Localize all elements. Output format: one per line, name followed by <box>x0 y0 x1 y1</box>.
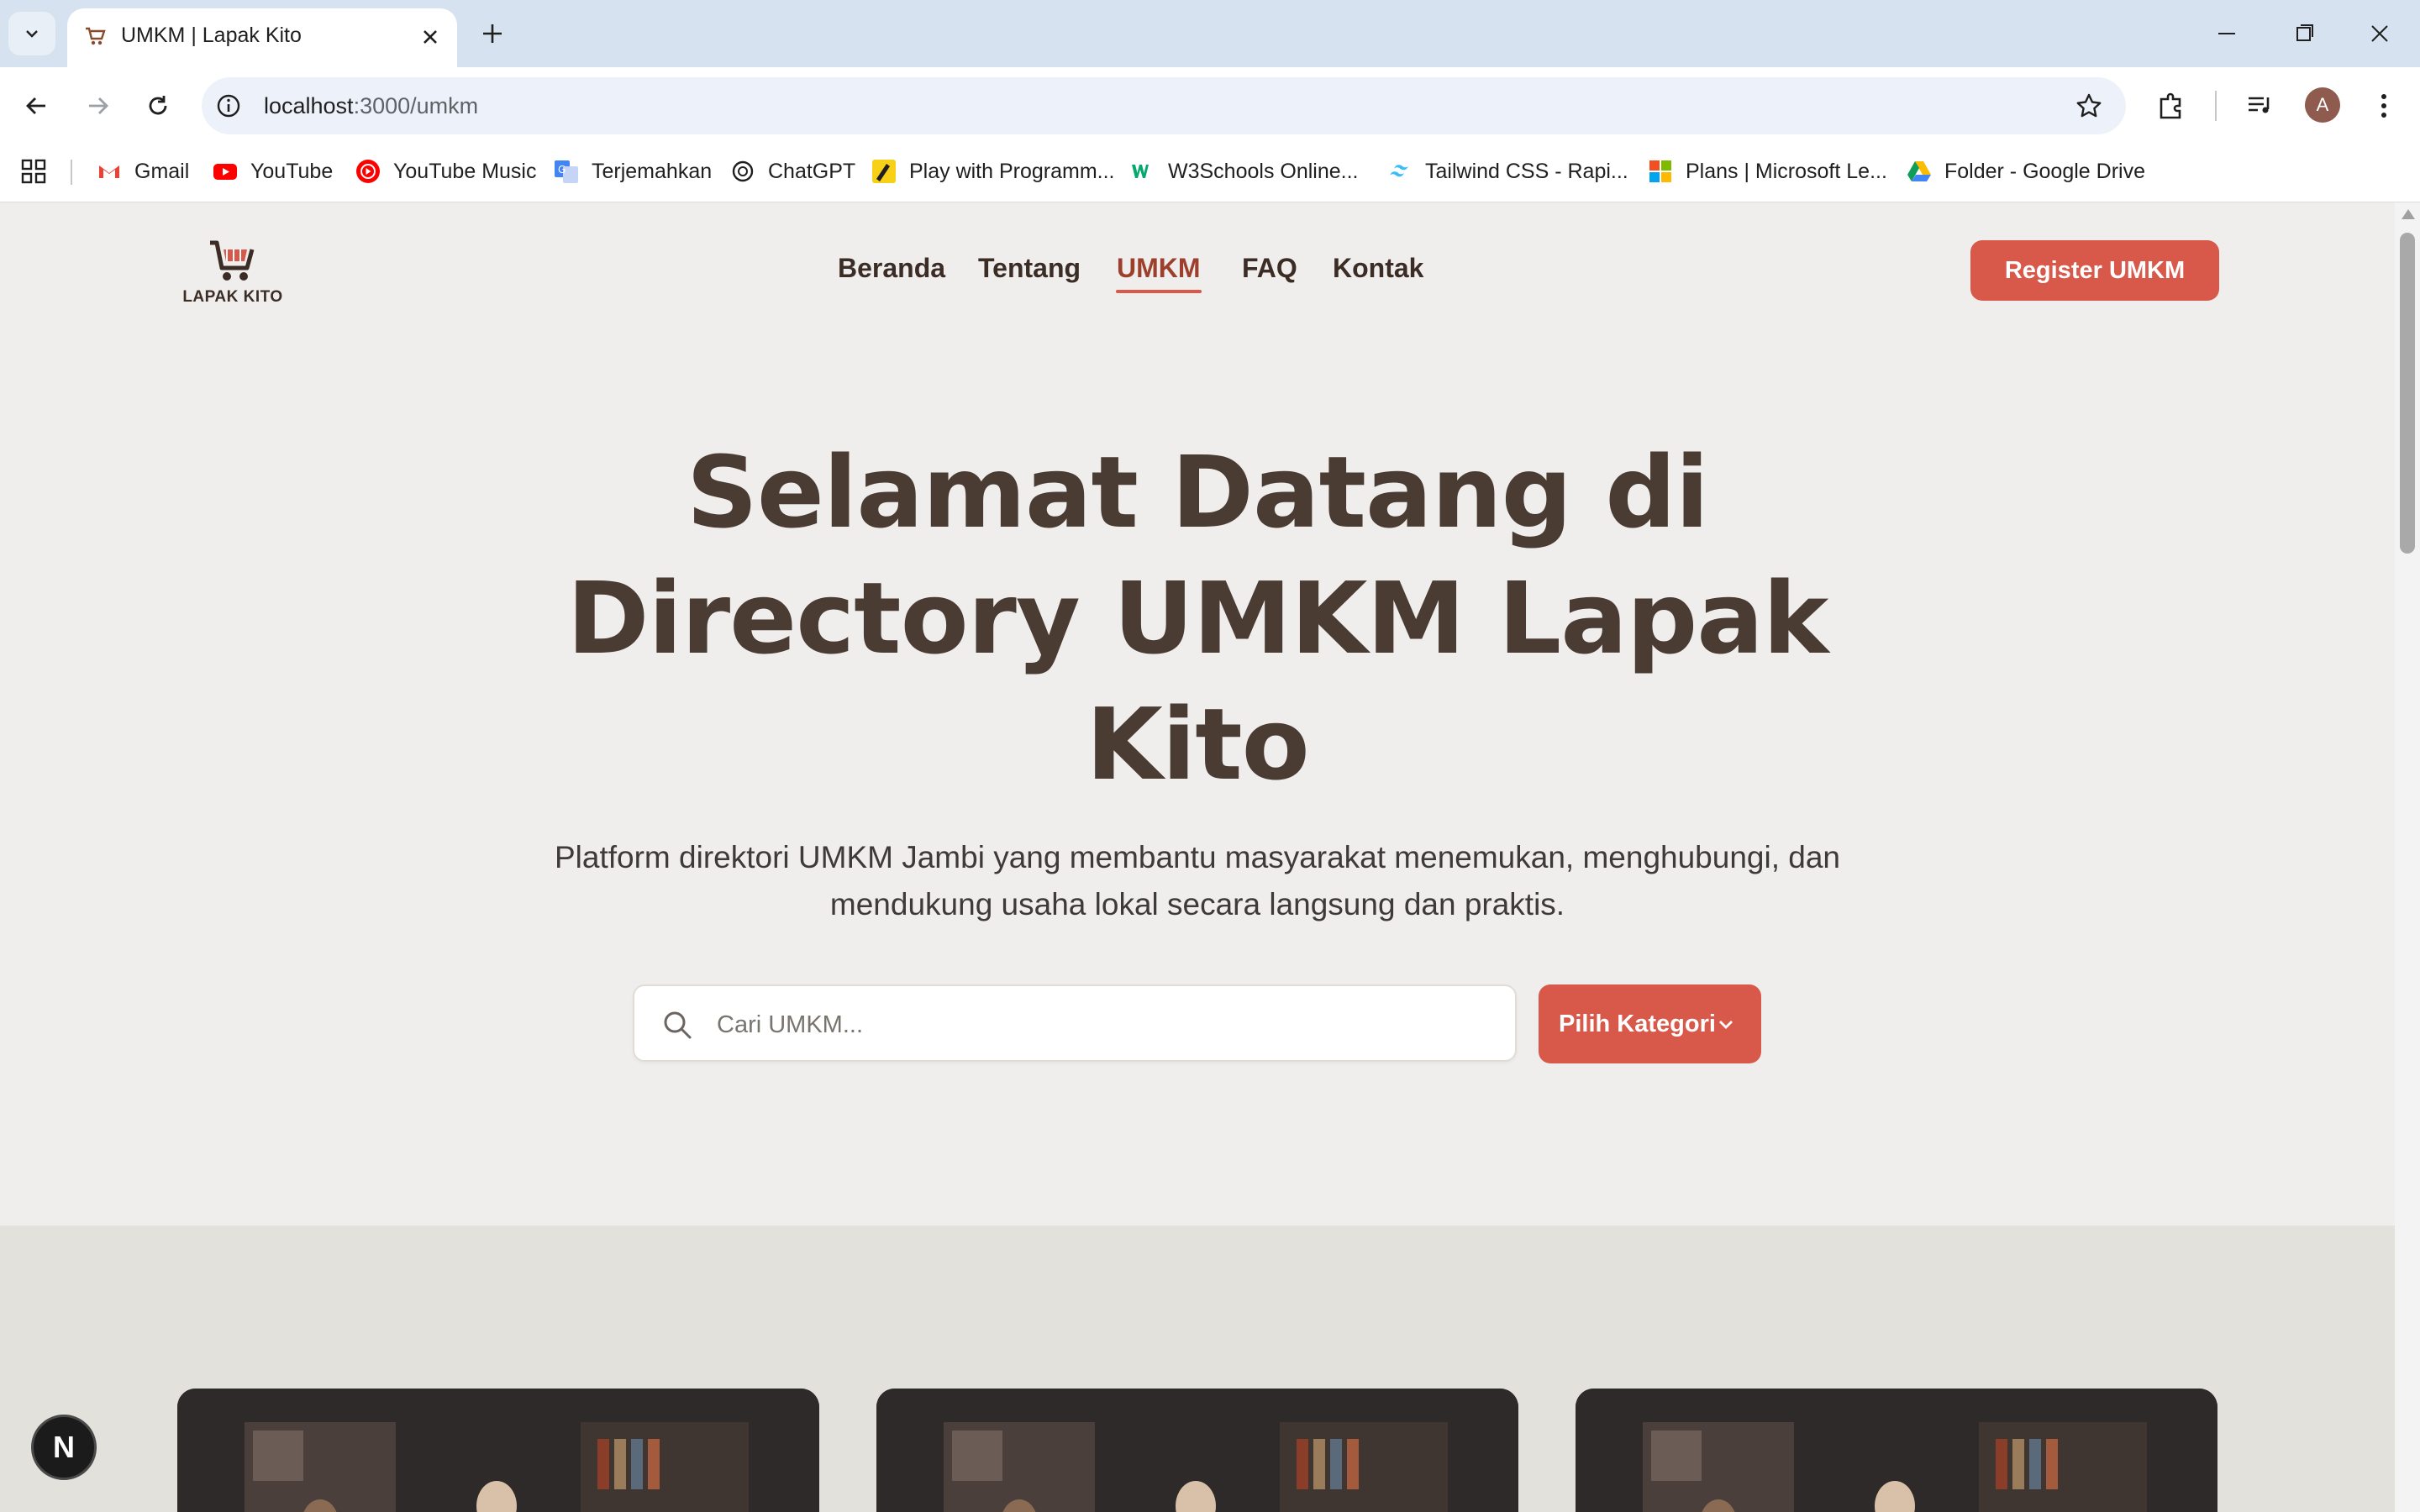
page-content: LAPAK KITO Beranda Tentang UMKM FAQ Kont… <box>0 202 2395 1512</box>
bookmark-chatgpt[interactable]: ChatGPT <box>729 155 855 188</box>
search-box[interactable] <box>633 984 1517 1062</box>
bookmark-play-programming[interactable]: Play with Programm... <box>871 155 1115 188</box>
extensions-icon[interactable] <box>2153 87 2190 124</box>
bookmark-label: YouTube Music <box>393 159 537 183</box>
more-menu-icon[interactable] <box>2365 87 2402 124</box>
bookmarks-bar: Gmail YouTube YouTube Music G Terjemahka… <box>0 144 2420 202</box>
tab-close-icon[interactable] <box>415 22 445 52</box>
gmail-icon <box>99 165 119 178</box>
scroll-thumb[interactable] <box>2400 233 2415 554</box>
bookmark-terjemahkan[interactable]: G Terjemahkan <box>553 155 712 188</box>
logo-text: LAPAK KITO <box>182 288 283 306</box>
bookmark-google-drive[interactable]: Folder - Google Drive <box>1906 155 2145 188</box>
nav-umkm[interactable]: UMKM <box>1117 253 1201 284</box>
site-info-icon[interactable] <box>213 91 244 121</box>
browser-tabstrip: UMKM | Lapak Kito <box>0 0 2420 67</box>
browser-toolbar: localhost:3000/umkm <box>0 67 2420 144</box>
nav-kontak[interactable]: Kontak <box>1333 253 1423 284</box>
bookmarks-separator <box>71 160 72 185</box>
url-text: localhost:3000/umkm <box>264 93 478 119</box>
tab-title: UMKM | Lapak Kito <box>121 24 302 47</box>
play-programming-icon <box>872 160 896 183</box>
youtube-music-icon <box>356 160 380 183</box>
bookmark-youtube[interactable]: YouTube <box>212 155 333 188</box>
bookmark-tailwind[interactable]: Tailwind CSS - Rapi... <box>1386 155 1628 188</box>
category-label: Pilih Kategori <box>1559 1010 1716 1037</box>
bookmark-label: Plans | Microsoft Le... <box>1686 159 1887 183</box>
chatgpt-icon <box>732 160 754 182</box>
bookmark-w3schools[interactable]: W3Schools Online... <box>1129 155 1359 188</box>
bookmark-label: ChatGPT <box>768 159 856 183</box>
nav-active-underline <box>1116 290 1202 293</box>
window-close-icon[interactable] <box>2354 15 2405 52</box>
google-drive-icon <box>1907 161 1931 181</box>
bookmark-label: Gmail <box>134 159 190 183</box>
browser-tab-active[interactable]: UMKM | Lapak Kito <box>67 8 457 67</box>
chevron-down-icon <box>26 30 38 38</box>
toolbar-separator <box>2215 91 2217 121</box>
umkm-card-image[interactable] <box>177 1389 819 1512</box>
bookmark-label: YouTube <box>250 159 334 183</box>
bookmark-label: Folder - Google Drive <box>1944 159 2145 183</box>
new-tab-icon[interactable] <box>476 17 509 50</box>
site-logo[interactable]: LAPAK KITO <box>178 236 287 312</box>
nextjs-dev-badge[interactable]: N <box>31 1415 97 1480</box>
category-dropdown-button[interactable]: Pilih Kategori <box>1539 984 1761 1063</box>
url-path: :3000/umkm <box>353 93 479 118</box>
minimize-icon[interactable] <box>2202 15 2252 52</box>
restore-icon[interactable] <box>2279 15 2329 52</box>
translate-icon: G <box>555 160 578 183</box>
register-umkm-button[interactable]: Register UMKM <box>1970 240 2219 301</box>
chevron-down-icon <box>1719 1021 1733 1029</box>
bookmark-label: Terjemahkan <box>592 159 713 183</box>
bookmark-gmail[interactable]: Gmail <box>96 155 189 188</box>
back-arrow-icon[interactable] <box>20 89 54 123</box>
scroll-up-arrow-icon[interactable] <box>2402 209 2415 219</box>
card-photo <box>1576 1389 2217 1512</box>
nav-tentang[interactable]: Tentang <box>978 253 1081 284</box>
umkm-card-image[interactable] <box>876 1389 1518 1512</box>
reload-icon[interactable] <box>141 89 175 123</box>
nav-faq[interactable]: FAQ <box>1242 253 1297 284</box>
bookmark-label: Play with Programm... <box>909 159 1115 183</box>
search-icon <box>664 1011 692 1039</box>
youtube-icon <box>213 164 237 180</box>
bookmark-star-icon[interactable] <box>2074 91 2104 121</box>
forward-arrow-icon[interactable] <box>81 89 114 123</box>
svg-text:G: G <box>558 164 566 176</box>
search-input[interactable] <box>715 1003 1475 1047</box>
nav-beranda[interactable]: Beranda <box>838 253 945 284</box>
w3schools-icon <box>1132 165 1149 178</box>
umkm-card-image[interactable] <box>1576 1389 2217 1512</box>
microsoft-icon <box>1649 160 1671 182</box>
bookmark-youtube-music[interactable]: YouTube Music <box>355 155 536 188</box>
media-controls-icon[interactable] <box>2242 87 2279 124</box>
shopping-cart-logo-icon <box>210 240 255 281</box>
hero-title: Selamat Datang di Directory UMKM Lapak K… <box>566 434 1829 802</box>
bookmark-label: W3Schools Online... <box>1168 159 1359 183</box>
page-scrollbar[interactable] <box>2395 202 2420 1512</box>
bookmark-label: Tailwind CSS - Rapi... <box>1425 159 1628 183</box>
cart-favicon-icon <box>86 27 106 45</box>
profile-avatar[interactable]: A <box>2305 87 2340 123</box>
card-photo <box>876 1389 1518 1512</box>
url-host: localhost <box>264 93 354 118</box>
hero-subtitle: Platform direktori UMKM Jambi yang memba… <box>554 840 1841 921</box>
address-bar[interactable]: localhost:3000/umkm <box>202 77 2126 134</box>
tailwind-icon <box>1390 165 1408 177</box>
tab-search-button[interactable] <box>8 12 55 55</box>
apps-grid-icon[interactable] <box>18 156 49 186</box>
card-photo <box>177 1389 819 1512</box>
bookmark-microsoft[interactable]: Plans | Microsoft Le... <box>1647 155 1887 188</box>
